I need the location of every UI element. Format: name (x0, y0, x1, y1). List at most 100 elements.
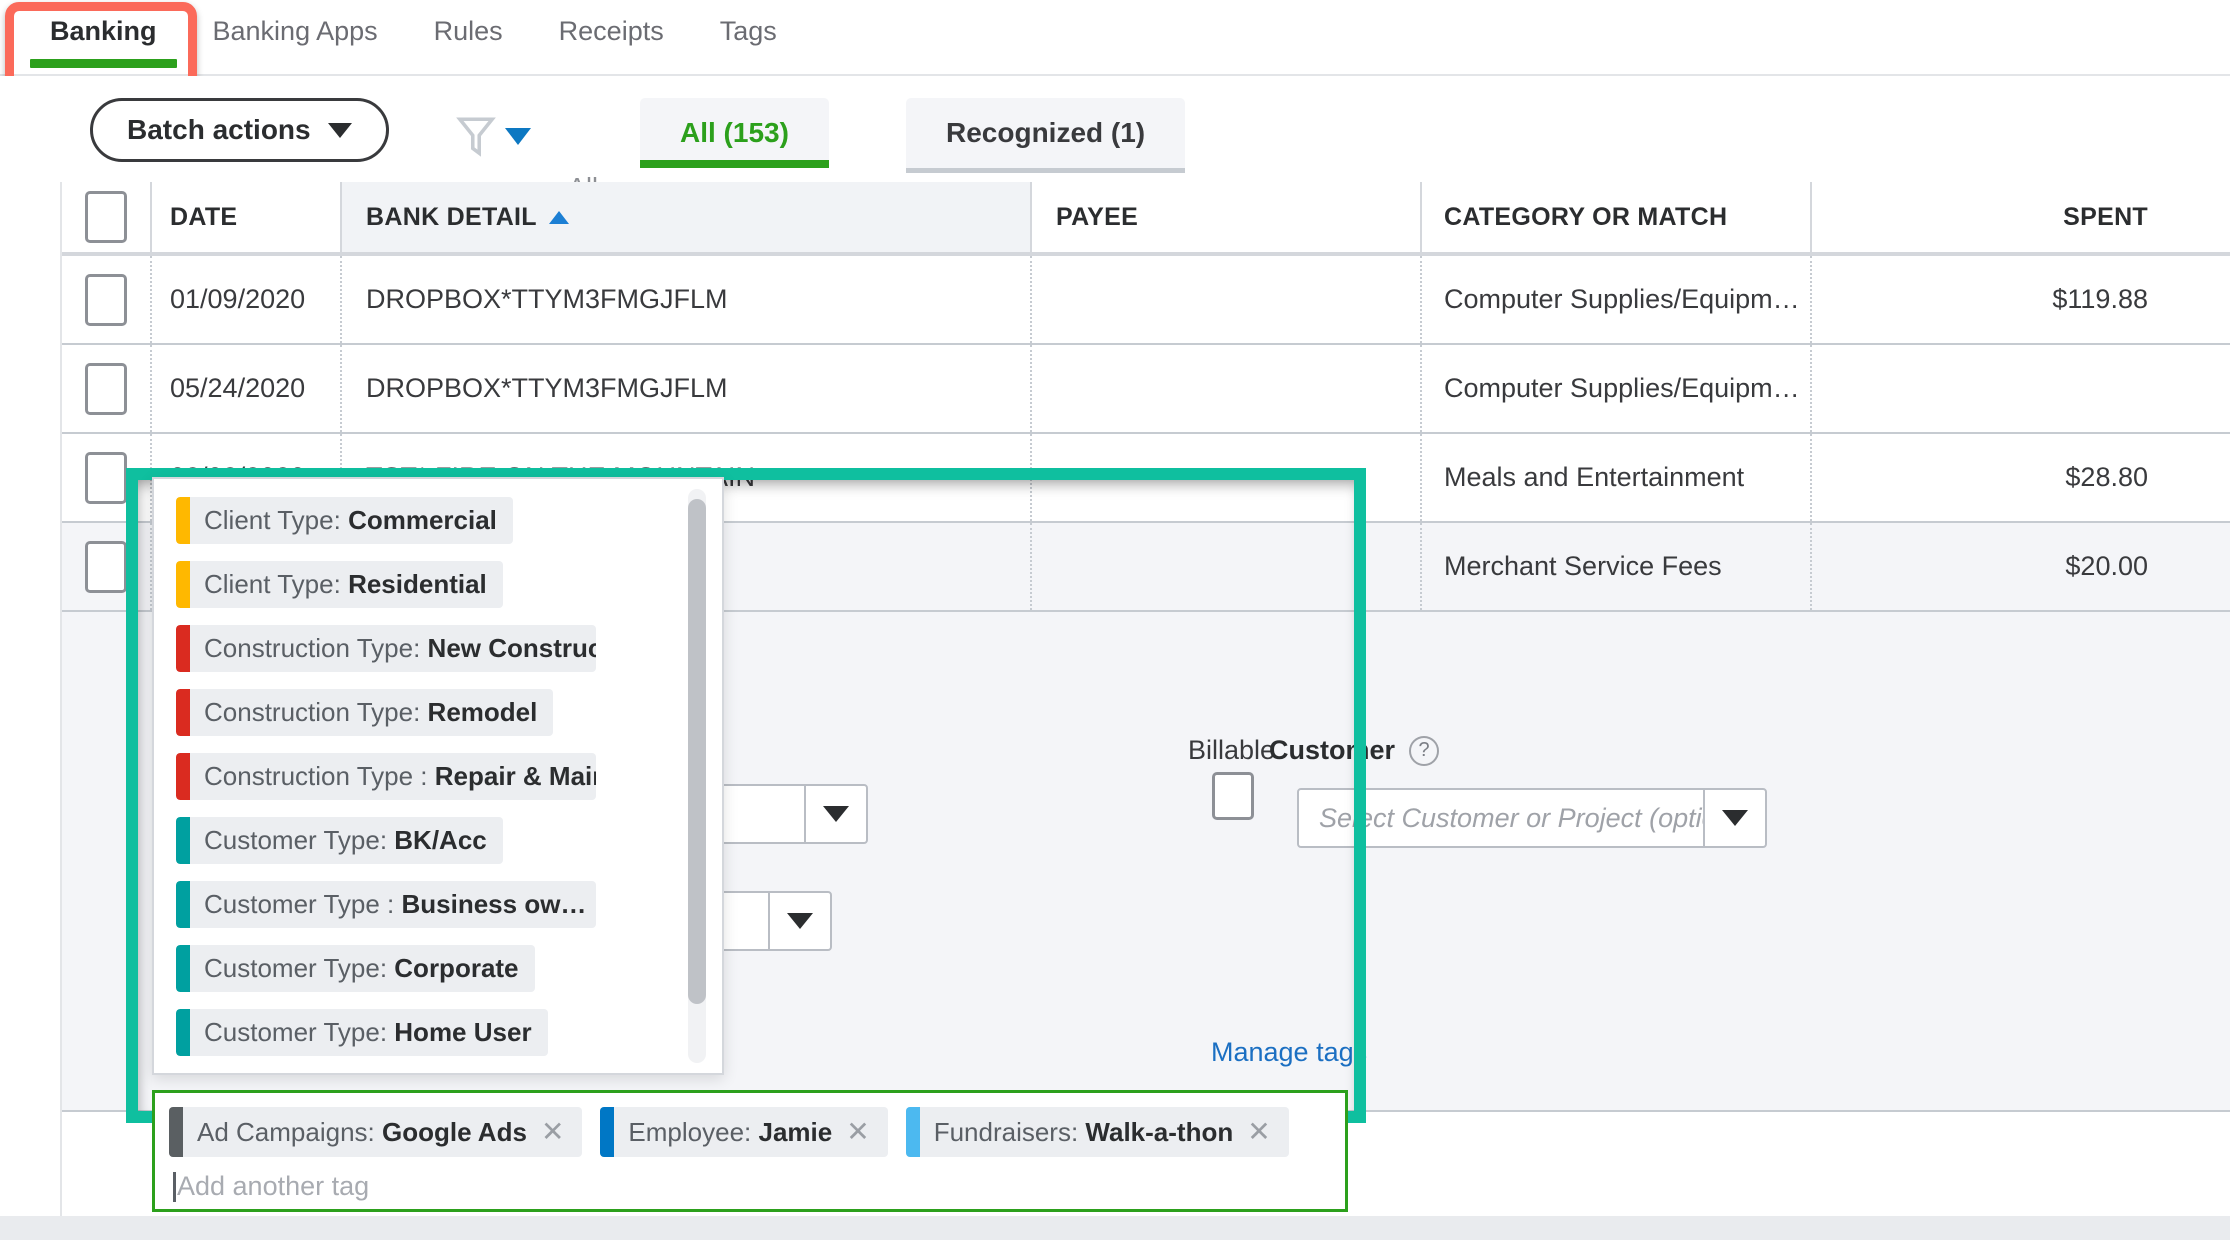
segment-tab-recognized-label: Recognized (1) (946, 117, 1146, 148)
tag-option[interactable]: Construction Type : Repair & Mainten… (176, 753, 722, 800)
row-select-cell (62, 345, 150, 432)
add-another-tag-input[interactable]: Add another tag (155, 1157, 1345, 1202)
tag-color-bar (176, 561, 190, 608)
segment-tab-all[interactable]: All (153) (640, 98, 829, 168)
cell-date: 01/09/2020 (150, 256, 340, 343)
chevron-down-icon[interactable] (768, 893, 830, 949)
remove-tag-icon[interactable]: ✕ (541, 1118, 582, 1146)
billable-label: Billable (1188, 735, 1276, 765)
tag-suggestions-dropdown[interactable]: Client Type: Commercial Client Type: Res… (152, 477, 724, 1075)
nav-tab-banking-label: Banking (50, 16, 157, 46)
tag-color-bar (176, 881, 190, 928)
tag-chip: Construction Type : Repair & Mainten… (176, 753, 596, 800)
chevron-down-icon[interactable] (1703, 790, 1765, 846)
tags-input-field[interactable]: Ad Campaigns: Google Ads ✕ Employee: Jam… (152, 1090, 1348, 1212)
filter-icon[interactable] (456, 116, 496, 158)
tag-option-text: Construction Type : Repair & Mainten… (204, 761, 596, 791)
nav-tab-rules[interactable]: Rules (406, 0, 531, 76)
cell-category: Computer Supplies/Equipm… (1420, 256, 1810, 343)
tag-option-text: Client Type: Residential (204, 569, 487, 599)
table-row[interactable]: 01/09/2020 DROPBOX*TTYM3FMGJFLM Computer… (62, 256, 2230, 345)
tag-color-bar (905, 1107, 920, 1157)
column-header-category[interactable]: CATEGORY OR MATCH (1420, 182, 1810, 252)
batch-actions-button[interactable]: Batch actions (90, 98, 389, 162)
toolbar: Batch actions All All (153) Recognized (… (0, 76, 2230, 203)
remove-tag-icon[interactable]: ✕ (846, 1118, 887, 1146)
manage-tags-link[interactable]: Manage tags (1211, 1037, 1367, 1068)
column-header-date[interactable]: DATE (150, 182, 340, 252)
selected-tag-text: Ad Campaigns: Google Ads (197, 1116, 527, 1147)
selected-tag-chip: Ad Campaigns: Google Ads ✕ (169, 1107, 583, 1157)
nav-tab-receipts-label: Receipts (558, 16, 664, 46)
column-header-bank-detail[interactable]: BANK DETAIL (340, 182, 1030, 252)
nav-tab-tags[interactable]: Tags (692, 0, 805, 76)
cell-spent: $20.00 (1810, 523, 2170, 610)
row-checkbox[interactable] (85, 273, 127, 326)
cell-category-text: Merchant Service Fees (1444, 551, 1722, 581)
column-header-payee-label: PAYEE (1056, 202, 1139, 231)
tag-color-bar (176, 817, 190, 864)
tag-option[interactable]: Customer Type: Home User (176, 1009, 722, 1056)
customer-select-placeholder: Select Customer or Project (option (1319, 802, 1703, 833)
nav-tab-banking-apps[interactable]: Banking Apps (185, 0, 406, 76)
chevron-down-icon[interactable] (804, 786, 866, 842)
cell-bank-detail-text: DROPBOX*TTYM3FMGJFLM (366, 284, 728, 314)
cell-category: Computer Supplies/Equipm… (1420, 345, 1810, 432)
nav-tab-rules-label: Rules (433, 16, 503, 46)
tag-chip: Customer Type: BK/Acc (176, 817, 503, 864)
tag-color-bar (176, 1009, 190, 1056)
tag-option[interactable]: Customer Type: Corporate (176, 945, 722, 992)
sort-ascending-icon (548, 210, 569, 224)
cell-category: Meals and Entertainment (1420, 434, 1810, 521)
dropdown-scrollbar-thumb[interactable] (688, 499, 706, 1004)
tag-chip: Customer Type: Home User (176, 1009, 548, 1056)
tag-chip: Construction Type: Remodel (176, 689, 554, 736)
cell-payee (1030, 345, 1420, 432)
table-row[interactable]: 05/24/2020 DROPBOX*TTYM3FMGJFLM Computer… (62, 345, 2230, 434)
column-header-payee[interactable]: PAYEE (1030, 182, 1420, 252)
row-checkbox[interactable] (85, 362, 127, 415)
segment-tab-all-label: All (153) (680, 117, 789, 148)
nav-tab-receipts[interactable]: Receipts (531, 0, 692, 76)
remove-tag-icon[interactable]: ✕ (1247, 1118, 1288, 1146)
tag-option[interactable]: Customer Type : Business ow… (176, 881, 722, 928)
customer-field-label: Customer ? (1269, 735, 1440, 766)
cell-bank-detail: DROPBOX*TTYM3FMGJFLM (340, 256, 1030, 343)
column-header-spent-label: SPENT (2063, 202, 2148, 231)
tag-option-text: Customer Type: Home User (204, 1017, 532, 1047)
tag-color-bar (176, 945, 190, 992)
cell-category-text: Computer Supplies/Equipm… (1444, 284, 1800, 314)
selected-tag-chip: Employee: Jamie ✕ (600, 1107, 888, 1157)
column-header-date-label: DATE (170, 202, 238, 231)
help-icon[interactable]: ? (1409, 735, 1440, 766)
tag-option[interactable]: Client Type: Commercial (176, 497, 722, 544)
tag-option-text: Construction Type: Remodel (204, 697, 538, 727)
table-header-row: DATE BANK DETAIL PAYEE CATEGORY OR MATCH… (62, 182, 2230, 256)
cell-category-text: Computer Supplies/Equipm… (1444, 373, 1800, 403)
nav-tab-banking[interactable]: Banking (22, 0, 185, 76)
filter-dropdown-caret-icon[interactable] (505, 128, 531, 145)
row-checkbox[interactable] (85, 540, 127, 593)
column-header-spent[interactable]: SPENT (1810, 182, 2170, 252)
tag-option[interactable]: Construction Type: New Constructi… (176, 625, 722, 672)
cell-spent-text: $119.88 (2052, 284, 2148, 314)
segment-tab-recognized[interactable]: Recognized (1) (906, 98, 1186, 168)
nav-tab-list: Banking Banking Apps Rules Receipts Tags (0, 0, 2230, 76)
tag-chip: Client Type: Residential (176, 561, 503, 608)
active-tab-underline (30, 59, 177, 68)
customer-label-text: Customer (1269, 735, 1396, 765)
nav-tab-tags-label: Tags (719, 16, 777, 46)
row-checkbox[interactable] (85, 451, 127, 504)
tag-option[interactable]: Customer Type: BK/Acc (176, 817, 722, 864)
tag-option[interactable]: Construction Type: Remodel (176, 689, 722, 736)
billable-checkbox[interactable] (1212, 772, 1254, 820)
tag-color-bar (176, 689, 190, 736)
tag-color-bar (176, 625, 190, 672)
select-all-checkbox[interactable] (85, 191, 127, 243)
tag-option[interactable]: Client Type: Residential (176, 561, 722, 608)
row-select-cell (62, 256, 150, 343)
text-cursor (173, 1171, 176, 1202)
tag-color-bar (600, 1107, 615, 1157)
selected-tags-list: Ad Campaigns: Google Ads ✕ Employee: Jam… (155, 1093, 1345, 1157)
customer-select[interactable]: Select Customer or Project (option (1297, 788, 1767, 848)
